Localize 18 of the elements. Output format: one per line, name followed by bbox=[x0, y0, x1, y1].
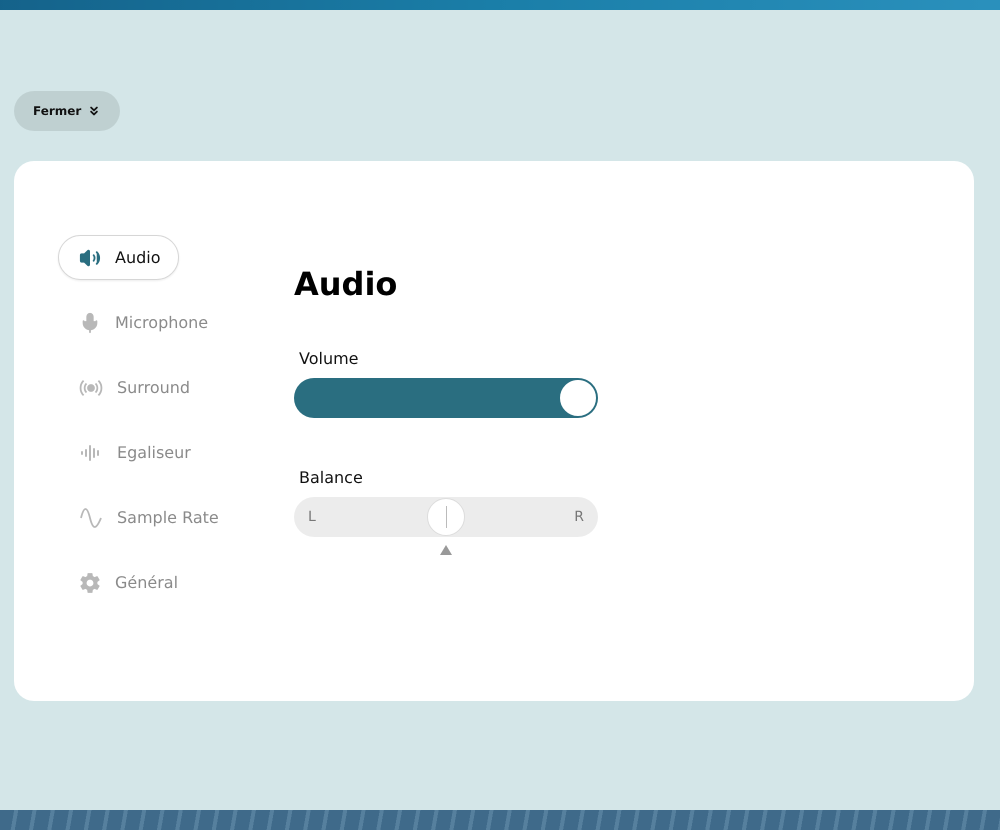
center-marker-icon bbox=[440, 545, 452, 555]
balance-slider-thumb[interactable] bbox=[427, 498, 465, 536]
settings-icon bbox=[79, 572, 101, 594]
right-label: R bbox=[574, 509, 584, 525]
sidebar-item[interactable]: Surround bbox=[58, 365, 210, 410]
sidebar-item[interactable]: Sample Rate bbox=[58, 495, 238, 540]
sidebar-item[interactable]: Audio bbox=[58, 235, 180, 280]
panel-title: Audio bbox=[294, 265, 398, 303]
balance-label: Balance bbox=[299, 468, 364, 487]
close-button[interactable]: Fermer bbox=[14, 91, 120, 131]
sidebar-item[interactable]: Microphone bbox=[58, 300, 228, 345]
volume-label: Volume bbox=[299, 349, 360, 368]
sidebar-item[interactable]: Général bbox=[58, 560, 198, 605]
volume-slider-track[interactable] bbox=[294, 378, 598, 418]
sidebar-item[interactable]: Egaliseur bbox=[58, 430, 210, 475]
balance-slider-track[interactable]: L R bbox=[294, 497, 598, 537]
left-label: L bbox=[308, 509, 316, 525]
sine-wave-icon bbox=[79, 506, 103, 530]
